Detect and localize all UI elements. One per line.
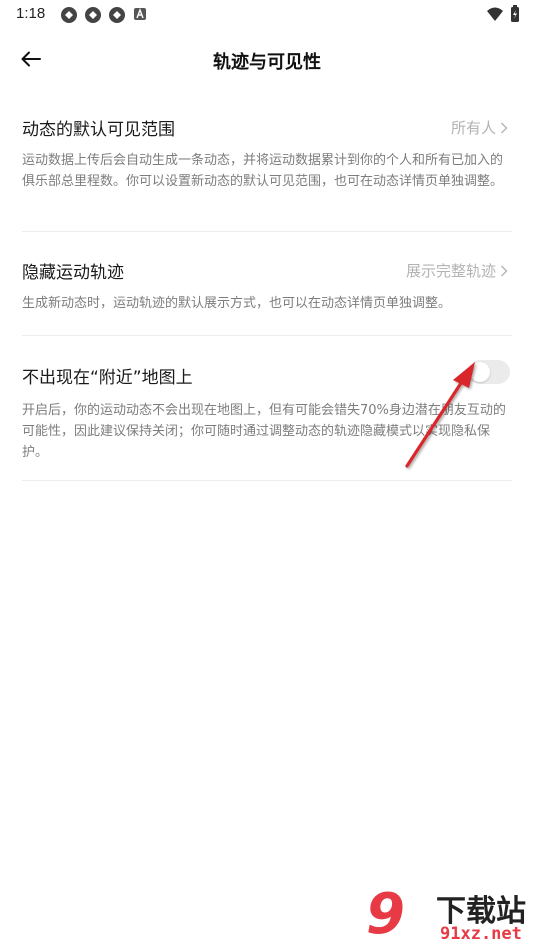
track-display-value[interactable]: 展示完整轨迹 [406,260,508,281]
watermark-number: 9 [366,882,405,947]
divider [22,335,512,336]
chevron-right-icon [500,264,508,277]
annotation-arrow-icon [405,362,475,468]
app-icon [61,7,77,23]
setting-default-visibility[interactable]: 动态的默认可见范围 所有人 运动数据上传后会自动生成一条动态，并将运动数据累计到… [22,110,512,230]
status-time: 1:18 [16,5,46,22]
a-badge-icon [134,8,146,20]
battery-charging-icon [511,5,519,22]
setting-hide-track[interactable]: 隐藏运动轨迹 展示完整轨迹 生成新动态时，运动轨迹的默认展示方式，也可以在动态详… [22,253,512,333]
setting-description: 生成新动态时，运动轨迹的默认展示方式，也可以在动态详情页单独调整。 [22,296,452,311]
divider [22,480,512,481]
watermark-url: 91xz.net [440,924,522,944]
wifi-icon [487,7,503,21]
header: 轨迹与可见性 [0,38,534,82]
status-bar: 1:18 [0,0,534,30]
setting-description: 运动数据上传后会自动生成一条动态，并将运动数据累计到你的个人和所有已加入的俱乐部… [22,153,504,189]
chevron-right-icon [500,121,508,134]
setting-title: 动态的默认可见范围 [22,120,175,140]
notification-icons [60,6,148,24]
setting-title: 隐藏运动轨迹 [22,263,124,283]
setting-title: 不出现在“附近”地图上 [22,368,193,388]
app-icon [109,7,125,23]
watermark-logo: 9 下载站 91xz.net [362,880,534,950]
app-icon [85,7,101,23]
divider [22,231,512,232]
visibility-value[interactable]: 所有人 [451,117,508,138]
setting-value-label: 展示完整轨迹 [405,262,496,280]
status-right-icons [486,5,520,23]
setting-value-label: 所有人 [450,119,496,137]
page-title: 轨迹与可见性 [213,52,321,73]
